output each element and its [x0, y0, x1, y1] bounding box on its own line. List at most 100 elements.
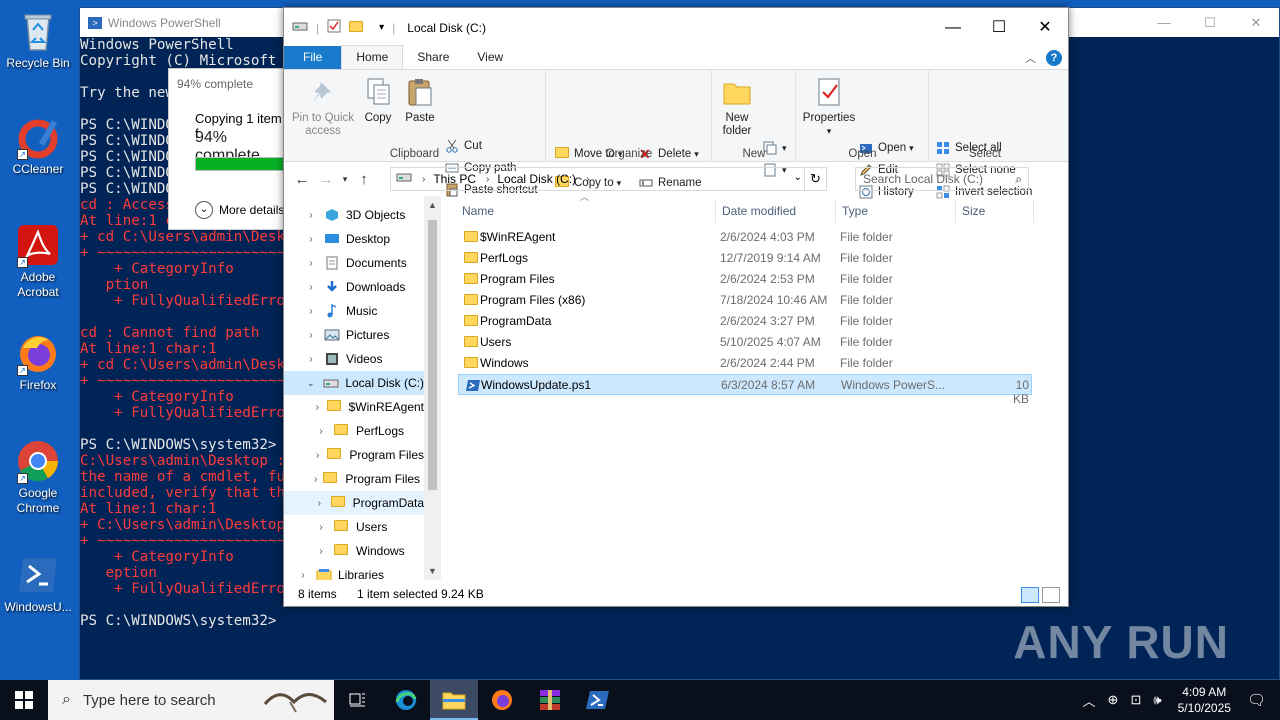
- file-row[interactable]: PerfLogs 12/7/2019 9:14 AM File folder: [458, 248, 1032, 269]
- close-button[interactable]: ✕: [1022, 8, 1068, 47]
- chevron-right-icon[interactable]: ›: [314, 450, 321, 461]
- chevron-right-icon[interactable]: ›: [304, 258, 318, 269]
- antivirus-tray-icon[interactable]: ⊕: [1108, 692, 1119, 708]
- nav-item-desktop[interactable]: › Desktop: [284, 227, 424, 251]
- chevron-right-icon[interactable]: ›: [314, 402, 321, 413]
- new-folder-button[interactable]: New folder: [719, 76, 755, 138]
- column-header-name[interactable]: Name: [456, 199, 716, 223]
- paste-button[interactable]: Paste: [402, 76, 438, 125]
- chevron-right-icon[interactable]: ›: [314, 522, 328, 533]
- file-list[interactable]: ︿ Name Date modified Type Size $WinREAge…: [456, 192, 1066, 580]
- address-dropdown-icon[interactable]: ⌄: [794, 172, 802, 183]
- address-bar[interactable]: › This PC › Local Disk (C:) › ⌄ ↻: [390, 167, 827, 191]
- chevron-right-icon[interactable]: ›: [314, 474, 317, 485]
- nav-item-program-files-x86[interactable]: ›Program Files (x86): [284, 467, 440, 491]
- nav-item-programdata[interactable]: › ProgramData: [284, 491, 424, 515]
- chevron-right-icon[interactable]: ›: [304, 234, 318, 245]
- nav-item-videos[interactable]: › Videos: [284, 347, 424, 371]
- forward-arrow-icon[interactable]: →: [314, 171, 338, 188]
- search-input[interactable]: Search Local Disk (C:) ⌕: [855, 167, 1029, 191]
- maximize-button[interactable]: ☐: [1187, 8, 1233, 37]
- chevron-right-icon[interactable]: ›: [304, 354, 318, 365]
- close-button[interactable]: ✕: [1233, 8, 1279, 37]
- taskbar-edge[interactable]: [382, 680, 430, 720]
- chevron-right-icon[interactable]: ›: [314, 498, 325, 509]
- file-row[interactable]: Program Files 2/6/2024 2:53 PM File folder: [458, 269, 1032, 290]
- tab-share[interactable]: Share: [403, 46, 463, 69]
- file-row[interactable]: Users 5/10/2025 4:07 AM File folder: [458, 332, 1032, 353]
- column-header-size[interactable]: Size: [956, 199, 1034, 223]
- desktop-shortcut-firefox[interactable]: ↗ Firefox: [2, 330, 74, 393]
- scroll-down-icon[interactable]: ▼: [424, 566, 441, 576]
- nav-item-windows[interactable]: › Windows: [284, 539, 424, 563]
- chevron-right-icon[interactable]: ›: [304, 282, 318, 293]
- file-row[interactable]: $WinREAgent 2/6/2024 4:03 PM File folder: [458, 227, 1032, 248]
- nav-item-3d-objects[interactable]: › 3D Objects: [284, 203, 424, 227]
- file-row[interactable]: WindowsUpdate.ps1 6/3/2024 8:57 AM Windows…: [458, 374, 1032, 406]
- collapse-ribbon-icon[interactable]: ︿: [1025, 50, 1036, 66]
- tab-home[interactable]: Home: [341, 45, 404, 69]
- start-button[interactable]: [0, 680, 48, 720]
- large-icons-view-icon[interactable]: [1042, 587, 1060, 603]
- volume-icon[interactable]: 🕪: [1153, 692, 1161, 708]
- desktop-shortcut-ccleaner[interactable]: ↗ CCleaner: [2, 114, 74, 177]
- customize-quick-access-icon[interactable]: ▾: [379, 22, 384, 33]
- nav-item-libraries[interactable]: › Libraries: [284, 563, 424, 580]
- chevron-right-icon[interactable]: ›: [314, 546, 328, 557]
- pin-to-quick-access-button[interactable]: Pin to Quick access: [290, 76, 356, 138]
- chevron-right-icon[interactable]: ›: [304, 306, 318, 317]
- taskbar-search-box[interactable]: ⌕ Type here to search: [48, 680, 334, 720]
- properties-quick-icon[interactable]: [327, 19, 341, 36]
- nav-item-local-disk-c[interactable]: ⌄ Local Disk (C:): [284, 371, 424, 395]
- details-view-icon[interactable]: [1021, 587, 1039, 603]
- refresh-icon[interactable]: ↻: [804, 168, 826, 190]
- recent-locations-chevron-icon[interactable]: ▾: [338, 174, 352, 185]
- network-icon[interactable]: ⊡: [1130, 692, 1141, 708]
- nav-item-winreagent[interactable]: › $WinREAgent: [284, 395, 424, 419]
- maximize-button[interactable]: ☐: [976, 8, 1022, 47]
- column-header-date[interactable]: Date modified: [716, 199, 836, 223]
- help-icon[interactable]: ?: [1046, 50, 1062, 66]
- chevron-right-icon[interactable]: ›: [304, 330, 318, 341]
- desktop-shortcut-adobe-acrobat[interactable]: ↗ Adobe Acrobat: [2, 222, 74, 300]
- show-hidden-icons-chevron-icon[interactable]: ︿: [1083, 691, 1096, 710]
- breadcrumb-local-disk[interactable]: Local Disk (C:): [497, 172, 576, 186]
- up-arrow-icon[interactable]: ↑: [352, 171, 376, 188]
- task-view-button[interactable]: [334, 680, 382, 720]
- file-explorer-window[interactable]: | ▾ | Local Disk (C:) — ☐ ✕ File Home Sh…: [283, 7, 1069, 607]
- tab-file[interactable]: File: [284, 46, 342, 69]
- more-details-button[interactable]: ⌄ More details: [195, 201, 284, 219]
- navigation-scrollbar[interactable]: ▲ ▼: [424, 196, 441, 580]
- nav-item-program-files[interactable]: › Program Files: [284, 443, 424, 467]
- chevron-right-icon[interactable]: ›: [296, 570, 310, 581]
- clock[interactable]: 4:09 AM 5/10/2025: [1178, 684, 1231, 716]
- nav-item-users[interactable]: › Users: [284, 515, 424, 539]
- new-folder-quick-icon[interactable]: [349, 20, 371, 35]
- taskbar-winrar[interactable]: [526, 680, 574, 720]
- chevron-down-icon[interactable]: ⌄: [304, 378, 317, 389]
- file-row[interactable]: Windows 2/6/2024 2:44 PM File folder: [458, 353, 1032, 374]
- taskbar-file-explorer[interactable]: [430, 680, 478, 720]
- file-row[interactable]: Program Files (x86) 7/18/2024 10:46 AM Fil…: [458, 290, 1032, 311]
- scrollbar-thumb[interactable]: [428, 220, 437, 490]
- nav-item-pictures[interactable]: › Pictures: [284, 323, 424, 347]
- navigation-pane[interactable]: › 3D Objects › Desktop › Documents › Downloads ›…: [284, 196, 440, 580]
- chevron-right-icon[interactable]: ›: [314, 426, 328, 437]
- nav-item-downloads[interactable]: › Downloads: [284, 275, 424, 299]
- taskbar-firefox[interactable]: [478, 680, 526, 720]
- nav-item-perflogs[interactable]: › PerfLogs: [284, 419, 424, 443]
- scroll-up-icon[interactable]: ▲: [424, 200, 441, 210]
- back-arrow-icon[interactable]: ←: [290, 171, 314, 188]
- minimize-button[interactable]: —: [1141, 8, 1187, 37]
- desktop-shortcut-windowsupdate-ps1[interactable]: WindowsU...: [2, 552, 74, 615]
- nav-item-documents[interactable]: › Documents: [284, 251, 424, 275]
- notifications-icon[interactable]: 🗨: [1247, 691, 1266, 709]
- minimize-button[interactable]: —: [930, 8, 976, 47]
- copy-progress-dialog[interactable]: 94% complete Copying 1 item f 94% comple…: [168, 68, 295, 230]
- file-row[interactable]: ProgramData 2/6/2024 3:27 PM File folder: [458, 311, 1032, 332]
- explorer-titlebar[interactable]: | ▾ | Local Disk (C:) — ☐ ✕: [284, 8, 1068, 47]
- nav-item-music[interactable]: › Music: [284, 299, 424, 323]
- breadcrumb-this-pc[interactable]: This PC: [433, 172, 476, 186]
- taskbar-powershell[interactable]: [574, 680, 622, 720]
- tab-view[interactable]: View: [463, 46, 517, 69]
